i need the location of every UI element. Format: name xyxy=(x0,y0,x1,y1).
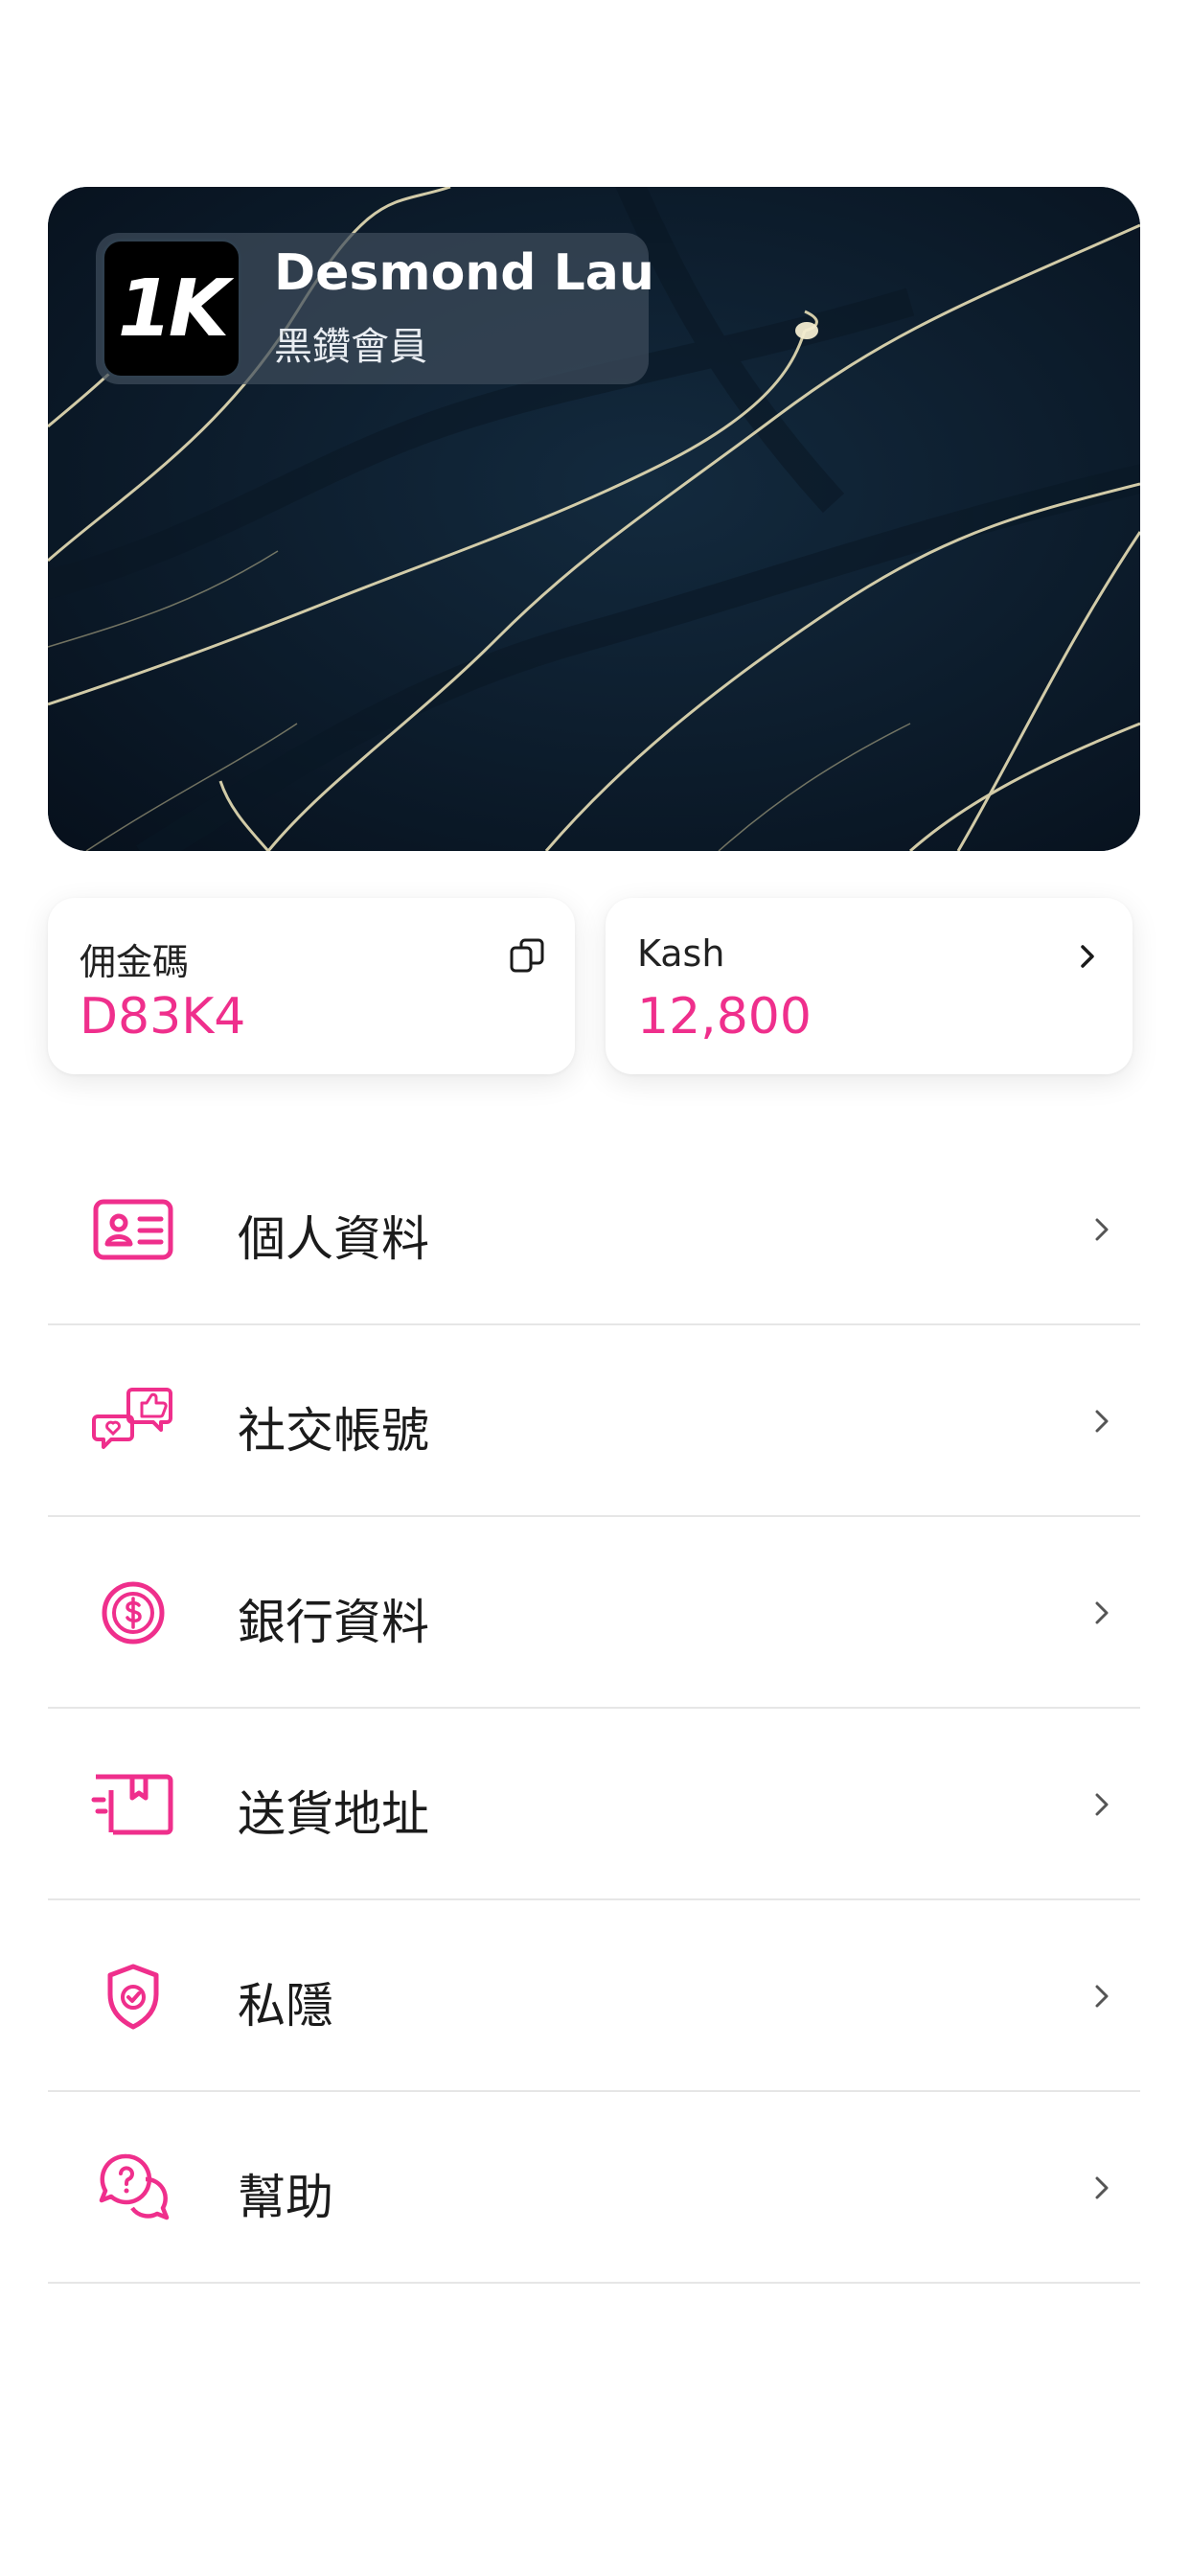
copy-icon[interactable] xyxy=(508,936,546,975)
menu-item-social-accounts[interactable]: 社交帳號 xyxy=(48,1325,1140,1517)
referral-code-value: D83K4 xyxy=(80,988,246,1046)
menu-item-label: 社交帳號 xyxy=(238,1403,429,1459)
member-tier: 黑鑽會員 xyxy=(274,325,427,369)
brand-logo-text: 1K xyxy=(117,263,230,355)
referral-code-label: 佣金碼 xyxy=(80,941,190,983)
social-chat-icon xyxy=(92,1388,172,1449)
chevron-right-icon xyxy=(1095,1218,1109,1241)
member-card[interactable]: 1K Desmond Lau 黑鑽會員 xyxy=(48,187,1140,851)
chevron-right-icon xyxy=(1095,1410,1109,1433)
delivery-box-icon xyxy=(91,1774,173,1835)
kash-tile[interactable]: Kash 12,800 xyxy=(606,898,1133,1074)
member-name: Desmond Lau xyxy=(274,244,654,302)
chevron-right-icon xyxy=(1095,1601,1109,1624)
chevron-right-icon xyxy=(1095,1985,1109,2008)
id-card-icon xyxy=(93,1199,173,1260)
menu-item-delivery-address[interactable]: 送貨地址 xyxy=(48,1709,1140,1900)
menu-item-privacy[interactable]: 私隱 xyxy=(48,1900,1140,2092)
menu-item-label: 送貨地址 xyxy=(238,1786,429,1842)
kash-label: Kash xyxy=(637,932,725,975)
menu-item-label: 銀行資料 xyxy=(238,1595,429,1650)
member-info-pill: 1K Desmond Lau 黑鑽會員 xyxy=(96,233,654,384)
chevron-right-icon xyxy=(1095,2176,1109,2199)
shield-check-icon xyxy=(107,1964,159,2030)
menu-item-bank-info[interactable]: 銀行資料 xyxy=(48,1517,1140,1709)
brand-logo: 1K xyxy=(102,239,241,379)
dollar-coin-icon xyxy=(102,1581,165,1644)
menu-item-label: 個人資料 xyxy=(238,1211,429,1267)
chevron-right-icon xyxy=(1081,945,1094,968)
chevron-right-icon xyxy=(1095,1793,1109,1816)
menu-item-label: 幫助 xyxy=(238,2170,333,2225)
referral-code-tile[interactable]: 佣金碼 D83K4 xyxy=(48,898,575,1074)
menu-item-personal-info[interactable]: 個人資料 xyxy=(48,1134,1140,1325)
menu-item-label: 私隱 xyxy=(238,1978,333,2034)
menu-item-help[interactable]: 幫助 xyxy=(48,2092,1140,2284)
kash-value: 12,800 xyxy=(637,988,812,1046)
help-chat-icon xyxy=(99,2153,170,2220)
